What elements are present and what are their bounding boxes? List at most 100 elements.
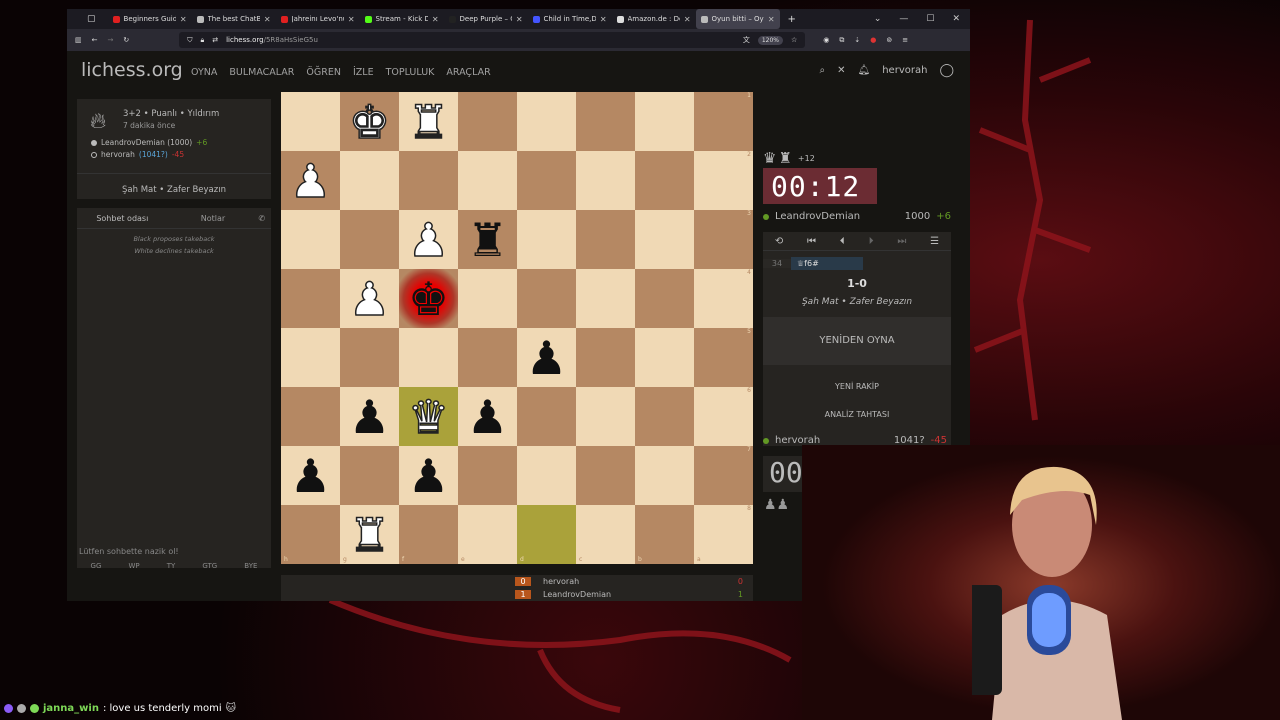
board-square[interactable] (340, 446, 399, 505)
user-avatar-icon[interactable]: ◯ (939, 63, 954, 78)
minimize-icon[interactable]: — (899, 14, 908, 24)
board-square[interactable] (281, 210, 340, 269)
quick-reply-button[interactable]: WP (128, 562, 139, 570)
tab-chat-room[interactable]: Sohbet odası (77, 214, 168, 223)
site-logo[interactable]: lichess.org (81, 59, 183, 81)
translate-icon[interactable]: 文 (743, 35, 750, 45)
board-square[interactable]: ♟ (399, 446, 458, 505)
board-square[interactable] (281, 387, 340, 446)
board-square[interactable] (399, 328, 458, 387)
move-san[interactable]: ♕f6# (791, 256, 863, 270)
board-square[interactable] (458, 151, 517, 210)
board-square[interactable]: f (399, 505, 458, 564)
board-square[interactable] (517, 151, 576, 210)
board-square[interactable]: ♟ (517, 328, 576, 387)
nav-item[interactable]: ÖĞREN (306, 67, 341, 78)
board-square[interactable]: 1 (694, 92, 753, 151)
nav-item[interactable]: ARAÇLAR (446, 67, 490, 78)
tab-close-icon[interactable]: ✕ (180, 15, 187, 24)
tab-close-icon[interactable]: ✕ (768, 15, 775, 24)
black-player-row[interactable]: hervorah (1041?) -45 (91, 150, 184, 159)
black-king-icon[interactable]: ♚ (408, 276, 449, 322)
tab-close-icon[interactable]: ✕ (600, 15, 607, 24)
board-square[interactable]: c (576, 505, 635, 564)
analysis-board-button[interactable]: ANALİZ TAHTASI (763, 401, 951, 429)
board-square[interactable] (281, 328, 340, 387)
new-opponent-button[interactable]: YENİ RAKİP (763, 373, 951, 401)
quick-reply-button[interactable]: BYE (244, 562, 257, 570)
board-square[interactable]: b (635, 505, 694, 564)
top-player-row[interactable]: LeandrovDemian 1000 +6 (763, 211, 951, 222)
white-rook-icon[interactable]: ♜ (348, 511, 391, 559)
white-pawn-icon[interactable]: ♟ (407, 216, 450, 264)
tab-close-icon[interactable]: ✕ (432, 15, 439, 24)
board-square[interactable]: d (517, 505, 576, 564)
tab-dropdown-icon[interactable]: ⌄ (874, 14, 882, 24)
white-rook-icon[interactable]: ♜ (407, 98, 450, 146)
browser-tab[interactable]: Deep Purple – Child in ✕ (444, 9, 528, 29)
flip-board-icon[interactable]: ⟲ (775, 236, 783, 247)
board-square[interactable]: ♟ (399, 210, 458, 269)
tab-list-icon[interactable]: ▢ (87, 14, 96, 24)
extensions-icon[interactable]: ⧉ (839, 36, 844, 45)
account-icon[interactable]: ◉ (823, 36, 829, 45)
crosstable-player[interactable]: LeandrovDemian (543, 590, 611, 599)
address-field[interactable]: ⛉ 🔒︎ ⇄ lichess.org/5R8aHsSieG5u 文 120% ☆ (179, 32, 806, 48)
board-square[interactable] (399, 151, 458, 210)
board-square[interactable]: ♚ (399, 269, 458, 328)
browser-tab[interactable]: Amazon.de : Deep Pu ✕ (612, 9, 696, 29)
board-square[interactable] (340, 210, 399, 269)
first-move-icon[interactable]: ⏮ (807, 236, 816, 247)
tab-close-icon[interactable]: ✕ (348, 15, 355, 24)
black-pawn-icon[interactable]: ♟ (467, 394, 508, 440)
white-pawn-icon[interactable]: ♟ (348, 275, 391, 323)
board-square[interactable] (635, 92, 694, 151)
reload-icon[interactable]: ↻ (123, 36, 129, 44)
board-square[interactable] (458, 269, 517, 328)
board-square[interactable] (340, 328, 399, 387)
quick-reply-button[interactable]: GG (91, 562, 102, 570)
board-square[interactable]: ♟ (281, 446, 340, 505)
board-square[interactable]: ♚ (340, 92, 399, 151)
phone-icon[interactable]: ✆ (258, 214, 271, 223)
nav-item[interactable]: BULMACALAR (229, 67, 294, 78)
board-square[interactable] (517, 269, 576, 328)
crosstable-row[interactable]: 1 LeandrovDemian 1 (281, 588, 753, 601)
board-square[interactable] (635, 269, 694, 328)
forward-icon[interactable]: → (108, 36, 114, 44)
zoom-level[interactable]: 120% (757, 35, 783, 45)
board-square[interactable]: 2 (694, 151, 753, 210)
board-square[interactable]: ♜ g (340, 505, 399, 564)
board-square[interactable] (635, 151, 694, 210)
board-square[interactable]: e (458, 505, 517, 564)
white-player-row[interactable]: LeandrovDemian (1000) +6 (91, 138, 207, 147)
board-square[interactable] (517, 446, 576, 505)
browser-tab[interactable]: The best ChatBot and ✕ (192, 9, 276, 29)
quick-reply-button[interactable]: GTG (202, 562, 217, 570)
permissions-icon[interactable]: ⇄ (212, 36, 218, 44)
vpn-icon[interactable]: ⊚ (886, 36, 892, 45)
menu-icon[interactable]: ≡ (902, 36, 908, 45)
board-square[interactable]: 3 (694, 210, 753, 269)
sidebar-icon[interactable]: ▥ (75, 36, 82, 44)
tab-close-icon[interactable]: ✕ (516, 15, 523, 24)
board-square[interactable] (458, 446, 517, 505)
crosstable-player[interactable]: hervorah (543, 577, 579, 586)
search-icon[interactable]: ⌕ (820, 65, 826, 76)
shield-icon[interactable]: ⛉ (187, 36, 192, 45)
board-square[interactable] (576, 210, 635, 269)
board-square[interactable]: ♟ (281, 151, 340, 210)
board-square[interactable] (576, 269, 635, 328)
board-square[interactable] (576, 446, 635, 505)
back-icon[interactable]: ← (92, 36, 98, 44)
board-square[interactable]: ♜ (399, 92, 458, 151)
move-row[interactable]: 34 ♕f6# (763, 255, 951, 271)
rematch-button[interactable]: YENİDEN OYNA (763, 317, 951, 365)
board-square[interactable]: 7 (694, 446, 753, 505)
board-square[interactable]: 5 (694, 328, 753, 387)
board-square[interactable] (340, 151, 399, 210)
tab-close-icon[interactable]: ✕ (684, 15, 691, 24)
tab-close-icon[interactable]: ✕ (264, 15, 271, 24)
black-player-name[interactable]: hervorah (101, 150, 135, 159)
browser-tab[interactable]: Child in Time,Deep P ✕ (528, 9, 612, 29)
